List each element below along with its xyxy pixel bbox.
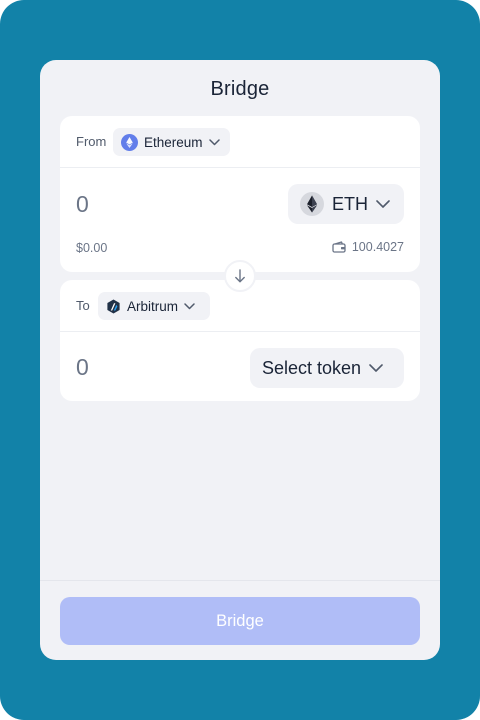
ethereum-logo-icon xyxy=(121,133,138,151)
from-chain-selector[interactable]: Ethereum xyxy=(113,128,230,156)
from-amount-input[interactable]: 0 xyxy=(76,191,89,218)
chevron-down-icon xyxy=(376,199,390,209)
chevron-down-icon xyxy=(208,138,220,146)
from-balance: 100.4027 xyxy=(332,240,404,254)
bridge-widget: Bridge From Ethereum 0 ETH $0.00 100.402… xyxy=(40,60,440,660)
to-token-selector[interactable]: Select token xyxy=(250,348,404,388)
wallet-icon xyxy=(332,241,346,253)
arrow-down-icon xyxy=(234,269,246,283)
arbitrum-logo-icon xyxy=(106,299,121,314)
from-network-row: From Ethereum xyxy=(60,116,420,168)
to-panel: To Arbitrum 0 Select token xyxy=(60,280,420,401)
to-chain-selector[interactable]: Arbitrum xyxy=(98,292,210,320)
chevron-down-icon xyxy=(369,363,383,373)
from-token-selector[interactable]: ETH xyxy=(288,184,404,224)
swap-direction-button[interactable] xyxy=(224,260,256,292)
from-usd-value: $0.00 xyxy=(76,241,108,255)
page-title: Bridge xyxy=(210,78,270,100)
app-background: Bridge From Ethereum 0 ETH $0.00 100.402… xyxy=(0,0,480,720)
from-chain-name: Ethereum xyxy=(144,134,203,150)
eth-diamond-icon xyxy=(300,192,324,216)
bridge-button[interactable]: Bridge xyxy=(60,597,420,645)
select-token-label: Select token xyxy=(262,357,362,378)
to-amount-input[interactable]: 0 xyxy=(76,354,89,381)
to-chain-name: Arbitrum xyxy=(127,298,179,314)
balance-value: 100.4027 xyxy=(351,240,404,254)
chevron-down-icon xyxy=(184,302,195,310)
to-label: To xyxy=(76,298,90,313)
footer: Bridge xyxy=(40,580,440,660)
from-label: From xyxy=(76,134,107,149)
from-token-name: ETH xyxy=(332,193,368,214)
from-panel: From Ethereum 0 ETH $0.00 100.4027 xyxy=(60,116,420,272)
